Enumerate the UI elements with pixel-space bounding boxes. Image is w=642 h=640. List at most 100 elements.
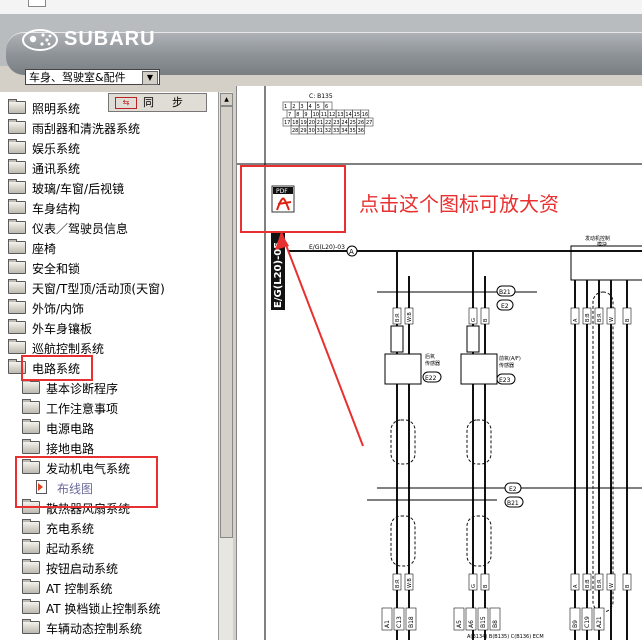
connector-pin-number: 1	[284, 104, 287, 110]
connector-pin-number: 7	[288, 112, 291, 118]
tree-item[interactable]: 外车身镶板	[8, 319, 93, 338]
tree-item-label: 接地电路	[46, 442, 95, 456]
connector-pin-number: 35	[349, 128, 355, 134]
tree-item-label: 基本诊断程序	[46, 382, 119, 396]
tree-item-label: 娱乐系统	[32, 142, 81, 156]
wire-label-tab: W:B	[404, 573, 414, 591]
connector-pin-number: 29	[300, 128, 306, 134]
folder-icon	[22, 379, 40, 394]
wire-label-text: W:B	[407, 312, 413, 322]
wire-label-text: G	[471, 318, 477, 322]
chevron-down-icon[interactable]: ▼	[142, 71, 158, 85]
terminal-label: A5	[456, 620, 463, 628]
sensor1-label-2: 传感器	[425, 360, 440, 367]
wire-label-tab: B:R	[594, 307, 604, 325]
wire-label-tab: B:B	[582, 307, 592, 325]
connector-pin-number: 5	[317, 104, 320, 110]
ref-label: E/G(L20)-03	[309, 244, 345, 251]
terminal-label: C19	[584, 616, 591, 628]
connector-pin-number: 10	[313, 112, 319, 118]
connector-pin-number: 13	[337, 112, 343, 118]
wire-label-tab: B:R	[392, 307, 402, 325]
sidebar-scrollbar[interactable]: ▲	[218, 92, 233, 640]
tree-item[interactable]: 仪表／驾驶员信息	[8, 219, 128, 238]
right-caption-1: 发动机控制	[585, 235, 610, 242]
connector-pin-number: 28	[292, 128, 298, 134]
tree-item[interactable]: 车辆动态控制系统	[22, 619, 143, 638]
wire-label-text: B	[625, 318, 631, 322]
tree-item[interactable]: 座椅	[8, 239, 56, 258]
connector-pin-number: 12	[329, 112, 335, 118]
tree-item[interactable]: 通讯系统	[8, 159, 81, 178]
wire-label-text: A	[573, 584, 579, 588]
tree-item[interactable]: 外饰/内饰	[8, 299, 84, 318]
section-dropdown-value: 车身、驾驶室&配件	[29, 71, 126, 84]
wire-label-tab: B	[622, 573, 632, 591]
tree-item-label: 通讯系统	[32, 162, 81, 176]
tree-item[interactable]: 天窗/T型顶/活动顶(天窗)	[8, 279, 165, 298]
wire-label-tab: B	[622, 307, 632, 325]
section-dropdown[interactable]: 车身、驾驶室&配件 ▼	[25, 69, 160, 85]
tree-item[interactable]: AT 控制系统	[22, 579, 112, 598]
folder-icon	[22, 399, 40, 414]
folder-icon	[8, 299, 26, 314]
sensor1-id: E22	[425, 375, 437, 382]
tree-item[interactable]: 车身结构	[8, 199, 80, 218]
terminal-label: B8	[492, 620, 499, 628]
wire-label-tab: G	[468, 307, 478, 325]
wire-label-tab: A	[570, 307, 580, 325]
connector-pin-number: 34	[341, 128, 347, 134]
wire-label-text: W	[609, 583, 615, 588]
tree-item[interactable]: 雨刮器和清洗器系统	[8, 119, 140, 138]
wire-label-text: B	[483, 318, 489, 322]
tree-item[interactable]: 工作注意事项	[22, 399, 118, 418]
sync-button[interactable]: ⇆ 同步	[108, 93, 207, 112]
connector-pin-number: 15	[354, 112, 360, 118]
tree-item[interactable]: 电源电路	[22, 419, 94, 438]
connector-id: C: B135	[309, 93, 333, 100]
tree-item-label: 外车身镶板	[32, 322, 93, 336]
connector-pin-number: 18	[292, 120, 298, 126]
tree-item[interactable]: 照明系统	[8, 99, 81, 118]
tree-item[interactable]: 玻璃/车窗/后视镜	[8, 179, 125, 198]
connector-pin-number: 30	[308, 128, 314, 134]
tree-item[interactable]: AT 换档锁止控制系统	[22, 599, 161, 618]
connector-pin-number: 8	[296, 112, 299, 118]
folder-icon	[22, 439, 40, 454]
tree-item-label: 照明系统	[32, 102, 81, 116]
conn-e2-mid: E2	[509, 486, 517, 493]
scrollbar-thumb[interactable]	[220, 106, 233, 538]
wire-label-tab: B:R	[594, 573, 604, 591]
tree-item-label: 玻璃/车窗/后视镜	[32, 182, 125, 196]
scroll-up-icon[interactable]: ▲	[220, 93, 233, 106]
brand-logo: SUBARU	[22, 28, 156, 51]
tree-item[interactable]: 安全和锁	[8, 259, 80, 278]
folder-icon	[22, 419, 40, 434]
wire-label-text: B:R	[395, 579, 401, 588]
folder-icon	[22, 619, 40, 634]
wire-label-text: W:B	[407, 578, 413, 588]
terminal-label: A1	[384, 620, 391, 628]
tree-item[interactable]: 起动系统	[22, 539, 94, 558]
brand-name: SUBARU	[64, 28, 156, 50]
page-code: E/G(L20)-05	[273, 242, 284, 308]
folder-icon	[22, 559, 40, 574]
tree-item-label: AT 换档锁止控制系统	[46, 602, 161, 616]
sync-icon: ⇆	[115, 97, 137, 109]
wire-label-tab: B	[480, 573, 490, 591]
folder-icon	[8, 259, 26, 274]
terminal-label: B15	[480, 616, 487, 628]
connector-pin-number: 31	[317, 128, 323, 134]
tree-item[interactable]: 娱乐系统	[8, 139, 81, 158]
wiring-diagram-highlight-box	[15, 456, 158, 508]
tree-item-label: 车辆动态控制系统	[46, 622, 143, 636]
folder-icon	[8, 119, 26, 134]
ref-letter: A	[349, 248, 354, 256]
connector-pin-number: 16	[362, 112, 368, 118]
tree-item[interactable]: 充电系统	[22, 519, 94, 538]
connector-pin-number: 6	[325, 104, 328, 110]
tree-item[interactable]: 基本诊断程序	[22, 379, 119, 398]
wire-label-text: B:R	[395, 313, 401, 322]
connector-pin-number: 27	[366, 120, 372, 126]
tree-item[interactable]: 按钮启动系统	[22, 559, 118, 578]
